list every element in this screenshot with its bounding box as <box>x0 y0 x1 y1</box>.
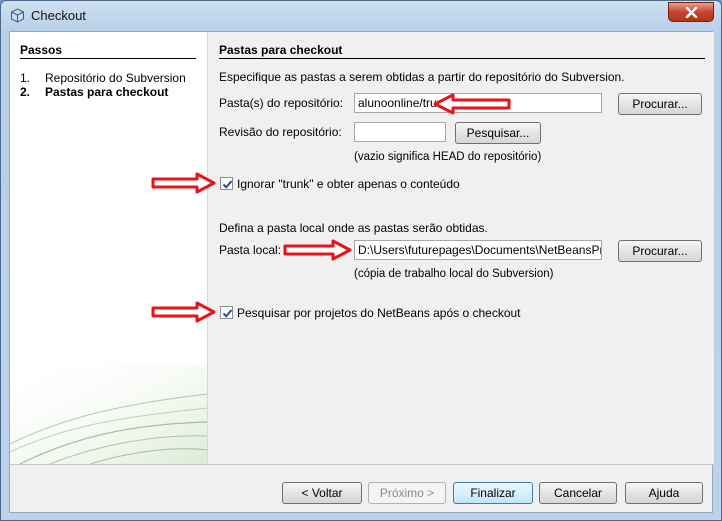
title-divider <box>219 58 705 59</box>
step-label: Pastas para checkout <box>45 85 169 99</box>
step-number: 1. <box>20 71 31 85</box>
back-button[interactable]: < Voltar <box>282 482 362 504</box>
checkmark-icon <box>222 180 233 189</box>
checkmark-icon <box>222 309 233 318</box>
skip-trunk-label[interactable]: Ignorar "trunk" e obter apenas o conteúd… <box>237 177 460 191</box>
local-folder-label: Pasta local: <box>219 243 282 257</box>
step-number: 2. <box>20 85 31 99</box>
step-item-folders: 2. Pastas para checkout <box>20 85 168 99</box>
steps-divider <box>20 58 196 59</box>
help-button[interactable]: Ajuda <box>625 482 703 504</box>
annotation-arrow-left <box>433 93 511 115</box>
repo-browse-button[interactable]: Procurar... <box>618 93 702 115</box>
local-folder-intro: Defina a pasta local onde as pastas serã… <box>219 221 488 235</box>
local-folder-hint: (cópia de trabalho local do Subversion) <box>354 268 554 280</box>
scan-projects-label[interactable]: Pesquisar por projetos do NetBeans após … <box>237 306 521 320</box>
next-button[interactable]: Próximo > <box>368 482 446 504</box>
finish-button[interactable]: Finalizar <box>453 482 533 504</box>
revision-hint: (vazio significa HEAD do repositório) <box>354 151 542 163</box>
steps-header: Passos <box>20 43 63 57</box>
intro-text: Especifique as pastas a serem obtidas a … <box>219 70 625 84</box>
checkout-dialog: Checkout Passos 1. Repositório do Subvers… <box>0 0 722 521</box>
annotation-arrow-right <box>283 239 352 261</box>
revision-label: Revisão do repositório: <box>219 125 342 139</box>
annotation-arrow-right <box>151 301 216 323</box>
close-icon <box>685 7 698 18</box>
steps-panel: Passos 1. Repositório do Subversion 2. Pas… <box>10 32 208 464</box>
revision-search-button[interactable]: Pesquisar... <box>455 122 541 144</box>
page-title: Pastas para checkout <box>219 43 343 57</box>
repo-folder-label: Pasta(s) do repositório: <box>219 96 344 110</box>
annotation-arrow-right <box>151 172 216 194</box>
local-browse-button[interactable]: Procurar... <box>618 240 702 262</box>
decorative-swirl-image <box>10 364 207 464</box>
title-bar[interactable]: Checkout <box>1 1 721 31</box>
dialog-body: Passos 1. Repositório do Subversion 2. Pas… <box>9 31 714 513</box>
revision-input[interactable] <box>354 122 446 142</box>
skip-trunk-checkbox[interactable] <box>220 177 233 190</box>
window-title: Checkout <box>31 8 86 23</box>
cancel-button[interactable]: Cancelar <box>539 482 617 504</box>
cube-icon <box>11 8 24 23</box>
local-folder-input[interactable]: D:\Users\futurepages\Documents\NetBeansP… <box>354 240 602 260</box>
footer-divider <box>10 464 714 465</box>
close-button[interactable] <box>668 2 714 22</box>
step-label: Repositório do Subversion <box>45 71 186 85</box>
scan-projects-checkbox[interactable] <box>220 306 233 319</box>
step-item-repository: 1. Repositório do Subversion <box>20 71 186 85</box>
